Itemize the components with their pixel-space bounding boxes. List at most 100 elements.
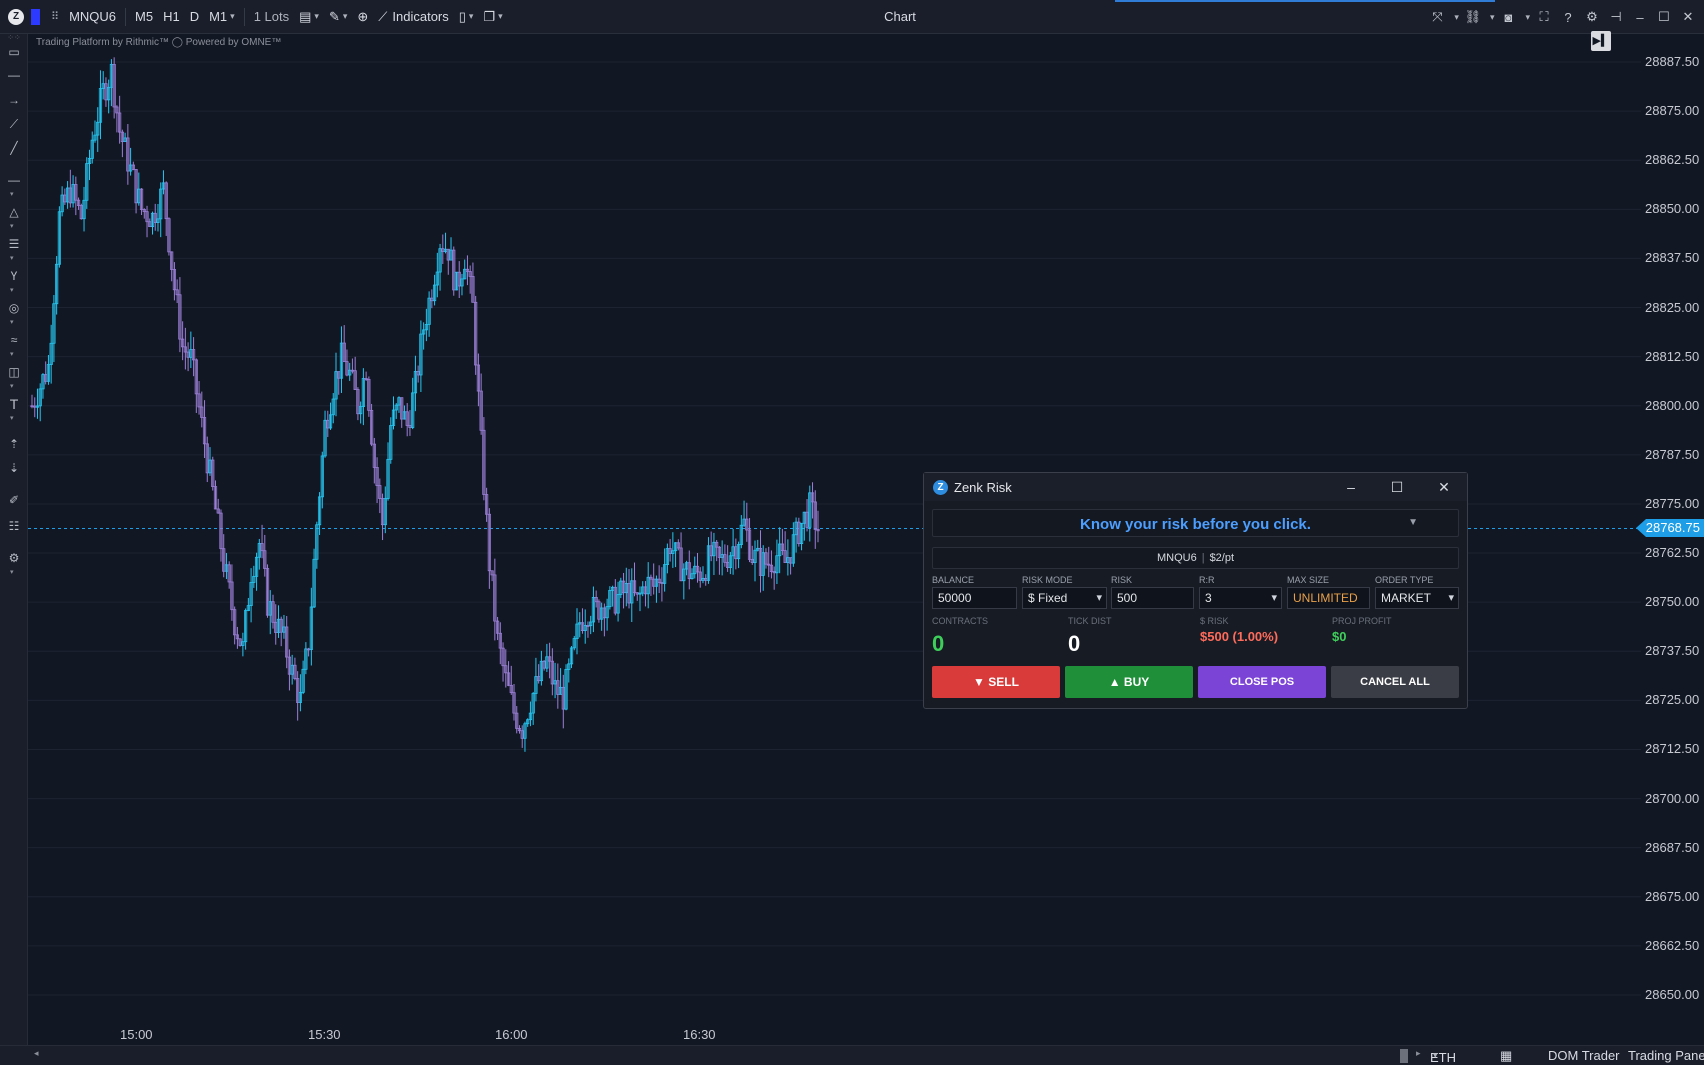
minimize-icon[interactable]: – (1338, 477, 1364, 497)
balance-input[interactable]: 50000 (932, 587, 1017, 609)
order-type-select[interactable]: MARKET (1375, 587, 1459, 609)
app-logo-icon[interactable]: Z (0, 0, 29, 34)
text-tool-icon[interactable]: T (6, 397, 22, 411)
trading-panel-button[interactable]: Trading Panel (1628, 1048, 1704, 1063)
layout-button[interactable]: ❐ ▾ (478, 0, 507, 34)
rectangle-tool-icon[interactable]: ▭ (6, 45, 22, 59)
trendline-tool-icon[interactable]: ╱ (6, 141, 22, 155)
lots-input[interactable]: 1 Lots (249, 0, 294, 34)
candle (778, 527, 782, 574)
candle (128, 147, 133, 176)
zoom-button[interactable]: ⊕ (352, 0, 373, 34)
candle (583, 609, 587, 644)
chevron-down-icon[interactable]: ▾ (10, 568, 20, 576)
price-label: 28750.00 (1645, 594, 1700, 610)
close-position-button[interactable]: CLOSE POS (1198, 666, 1326, 698)
candle (30, 394, 34, 409)
long-position-tool-icon[interactable]: ⇡ (6, 437, 22, 451)
mouse-mode-button[interactable]: ▯ ▾ (454, 0, 479, 34)
timeframe-m5[interactable]: M5 (130, 0, 158, 34)
indicators-button[interactable]: ⟋ Indicators (373, 0, 453, 34)
fib-tool-icon[interactable]: ☰ (6, 237, 22, 251)
calendar-icon[interactable]: ▦ (1500, 1048, 1512, 1064)
help-icon[interactable]: ? (1558, 10, 1578, 25)
scroll-left-icon[interactable]: ◂ (34, 1048, 39, 1059)
candle (422, 322, 426, 350)
pin-icon[interactable]: ⊣ (1606, 9, 1626, 25)
candle (79, 203, 83, 220)
link-color-swatch[interactable] (31, 8, 40, 25)
chevron-down-icon[interactable]: ▾ (10, 318, 20, 326)
dom-trader-button[interactable]: DOM Trader (1548, 1048, 1620, 1063)
candle (772, 566, 776, 590)
chart-type-button[interactable]: ▤ ▾ (294, 0, 324, 34)
ray-tool-icon[interactable]: — (6, 173, 22, 187)
buy-button[interactable]: ▲ BUY (1065, 666, 1193, 698)
short-position-tool-icon[interactable]: ⇣ (6, 461, 22, 475)
timeframe-m1[interactable]: M1 ▾ (204, 0, 240, 34)
risk-mode-select[interactable]: $ Fixed (1022, 587, 1107, 609)
candle (197, 381, 201, 415)
price-axis[interactable]: 28887.50 28875.00 28862.50 28850.00 28837.50… (1641, 34, 1704, 1045)
gear-icon[interactable]: ⚙ (1582, 9, 1602, 25)
chevron-down-icon[interactable]: ▾ (10, 190, 20, 198)
rr-label: R:R (1199, 575, 1215, 585)
ruler-tool-icon[interactable]: ⟋ (6, 117, 22, 131)
candle (342, 325, 346, 363)
candle (219, 509, 223, 562)
settings-tool-icon[interactable]: ⚙ (6, 551, 22, 565)
candle (76, 197, 81, 210)
minimize-icon[interactable]: – (1630, 10, 1650, 25)
close-icon[interactable]: ✕ (1431, 477, 1457, 497)
timeframe-d[interactable]: D (185, 0, 204, 34)
symbol-selector[interactable]: MNQU6 (64, 0, 121, 34)
scroll-to-latest-button[interactable]: ▶▍ (1591, 31, 1611, 51)
candle (602, 603, 606, 637)
chevron-down-icon[interactable]: ▾ (10, 286, 20, 294)
scroll-right-icon[interactable]: ▸ (1416, 1048, 1421, 1059)
eraser-tool-icon[interactable]: ✐ (6, 493, 22, 507)
crosshair-icon[interactable]: ⤧ (1427, 9, 1447, 25)
chevron-down-icon[interactable]: ▾ (10, 382, 20, 390)
candle (375, 457, 379, 504)
rr-select[interactable]: 3 (1199, 587, 1282, 609)
horizontal-line-tool-icon[interactable]: — (6, 68, 22, 82)
close-icon[interactable]: ✕ (1678, 9, 1698, 25)
spiral-tool-icon[interactable]: ◎ (6, 301, 22, 315)
pitchfork-tool-icon[interactable]: Ү (6, 269, 22, 283)
triangle-tool-icon[interactable]: △ (6, 205, 22, 219)
candle (153, 203, 157, 231)
sell-button[interactable]: ▼ SELL (932, 666, 1060, 698)
candle (783, 531, 787, 563)
arrow-tool-icon[interactable]: → (6, 93, 22, 107)
chevron-down-icon[interactable]: ▾ (10, 222, 20, 230)
fullscreen-icon[interactable]: ⛶ (1534, 9, 1554, 25)
risk-panel-titlebar[interactable]: Z Zenk Risk – ☐ ✕ (924, 473, 1467, 501)
candle (66, 181, 70, 209)
max-size-input[interactable]: UNLIMITED (1287, 587, 1370, 609)
maximize-icon[interactable]: ☐ (1654, 9, 1674, 25)
maximize-icon[interactable]: ☐ (1384, 477, 1410, 497)
candle (550, 648, 554, 696)
candle (287, 649, 292, 691)
candle (183, 327, 187, 370)
cancel-all-button[interactable]: CANCEL ALL (1331, 666, 1459, 698)
drag-handle-icon[interactable]: ⠿ (46, 0, 64, 34)
camera-icon[interactable]: ◙ (1498, 10, 1518, 25)
scroll-handle[interactable] (1400, 1049, 1408, 1063)
shapes-tool-icon[interactable]: ◫ (6, 365, 22, 379)
tagline-bar[interactable]: Know your risk before you click. ▼ (932, 509, 1459, 537)
timeframe-h1[interactable]: H1 (158, 0, 185, 34)
collapse-chevron-icon[interactable]: ▼ (1408, 517, 1418, 528)
wave-tool-icon[interactable]: ≈ (6, 333, 22, 347)
candle (252, 565, 256, 588)
object-tree-icon[interactable]: ☷ (6, 519, 22, 533)
chevron-down-icon[interactable]: ▾ (10, 254, 20, 262)
risk-symbol: MNQU6 (1156, 552, 1197, 564)
candle (356, 387, 360, 421)
link-icon[interactable]: ⛓ (1463, 9, 1483, 25)
risk-amount-input[interactable]: 500 (1111, 587, 1194, 609)
chevron-down-icon[interactable]: ▾ (10, 414, 20, 422)
chevron-down-icon[interactable]: ▾ (10, 350, 20, 358)
draw-tool-button[interactable]: ✎ ▾ (324, 0, 352, 34)
